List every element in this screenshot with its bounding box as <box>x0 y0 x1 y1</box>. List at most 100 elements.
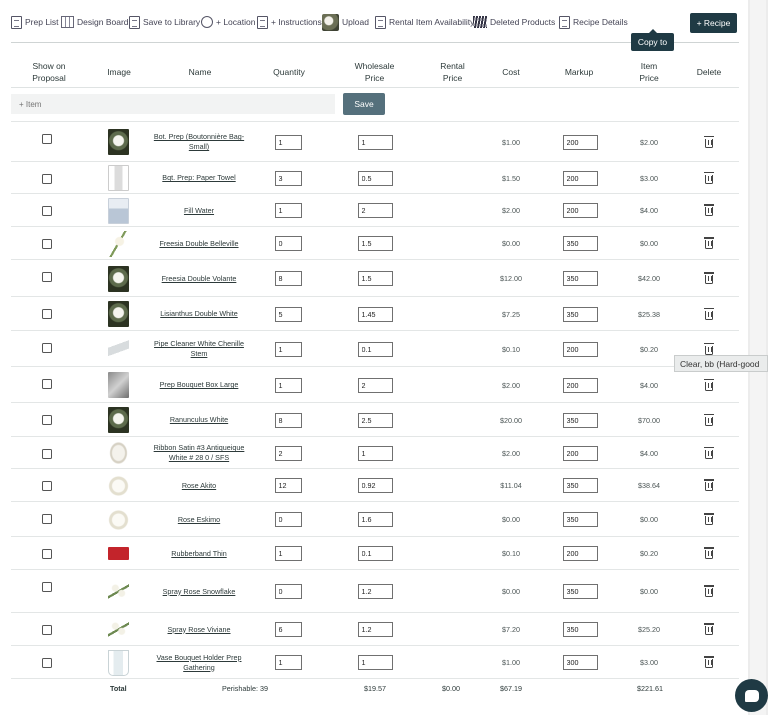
product-name-link[interactable]: Spray Rose Snowflake <box>149 570 249 613</box>
product-name-link[interactable]: Lisianthus Double White <box>149 297 249 331</box>
show-on-proposal-checkbox[interactable] <box>42 514 52 524</box>
quantity-input[interactable] <box>274 271 302 286</box>
wholesale-price-input[interactable] <box>357 445 393 461</box>
trash-icon[interactable] <box>704 547 714 559</box>
quantity-input[interactable] <box>274 306 302 322</box>
product-name-link[interactable]: Freesia Double Volante <box>149 260 249 297</box>
quantity-input[interactable] <box>274 377 302 393</box>
markup-input[interactable] <box>562 341 598 357</box>
trash-icon[interactable] <box>704 237 714 249</box>
wholesale-price-input[interactable] <box>357 512 393 527</box>
trash-icon[interactable] <box>704 378 714 391</box>
show-on-proposal-checkbox[interactable] <box>42 343 52 353</box>
show-on-proposal-checkbox[interactable] <box>42 449 52 459</box>
markup-input[interactable] <box>562 170 598 186</box>
chat-button[interactable] <box>735 679 768 712</box>
quantity-input[interactable] <box>274 622 302 637</box>
trash-icon[interactable] <box>704 135 714 148</box>
trash-icon[interactable] <box>704 204 714 216</box>
wholesale-price-input[interactable] <box>357 134 393 150</box>
trash-icon[interactable] <box>704 656 714 668</box>
prep-list-link[interactable]: Prep List <box>11 13 59 31</box>
show-on-proposal-checkbox[interactable] <box>42 272 52 282</box>
product-name-link[interactable]: Rose Akito <box>149 469 249 502</box>
show-on-proposal-checkbox[interactable] <box>42 379 52 389</box>
quantity-input[interactable] <box>274 236 302 251</box>
product-name-link[interactable]: Bot. Prep (Boutonnière Bag-Small) <box>149 122 249 162</box>
show-on-proposal-checkbox[interactable] <box>42 174 52 184</box>
trash-icon[interactable] <box>704 623 714 635</box>
wholesale-price-input[interactable] <box>357 236 393 251</box>
markup-input[interactable] <box>562 271 598 286</box>
quantity-input[interactable] <box>274 478 302 493</box>
product-name-link[interactable]: Ranunculus White <box>149 403 249 437</box>
wholesale-price-input[interactable] <box>357 341 393 357</box>
markup-input[interactable] <box>562 445 598 461</box>
show-on-proposal-checkbox[interactable] <box>42 481 52 491</box>
show-on-proposal-checkbox[interactable] <box>42 582 52 592</box>
product-name-link[interactable]: Rubberband Thin <box>149 537 249 570</box>
show-on-proposal-checkbox[interactable] <box>42 134 52 144</box>
wholesale-price-input[interactable] <box>357 377 393 393</box>
product-name-link[interactable]: Ribbon Satin #3 Antiqueique White # 28 0… <box>149 437 249 469</box>
product-name-link[interactable]: Spray Rose Viviane <box>149 613 249 646</box>
markup-input[interactable] <box>562 655 598 670</box>
quantity-input[interactable] <box>274 170 302 186</box>
add-location-link[interactable]: + Location <box>201 13 255 31</box>
markup-input[interactable] <box>562 236 598 251</box>
quantity-input[interactable] <box>274 412 302 428</box>
trash-icon[interactable] <box>704 171 714 184</box>
wholesale-price-input[interactable] <box>357 584 393 599</box>
trash-icon[interactable] <box>704 307 714 320</box>
markup-input[interactable] <box>562 377 598 393</box>
markup-input[interactable] <box>562 584 598 599</box>
add-item-input[interactable] <box>11 94 335 114</box>
markup-input[interactable] <box>562 478 598 493</box>
trash-icon[interactable] <box>704 585 714 597</box>
wholesale-price-input[interactable] <box>357 655 393 670</box>
trash-icon[interactable] <box>704 446 714 459</box>
show-on-proposal-checkbox[interactable] <box>42 658 52 668</box>
quantity-input[interactable] <box>274 445 302 461</box>
show-on-proposal-checkbox[interactable] <box>42 309 52 319</box>
save-to-library-link[interactable]: Save to Library <box>129 13 200 31</box>
markup-input[interactable] <box>562 306 598 322</box>
quantity-input[interactable] <box>274 203 302 218</box>
rental-availability-link[interactable]: Rental Item Availability <box>375 13 474 31</box>
product-name-link[interactable]: Pipe Cleaner White Chenille Stem <box>149 331 249 367</box>
recipe-details-link[interactable]: Recipe Details <box>559 13 628 31</box>
show-on-proposal-checkbox[interactable] <box>42 549 52 559</box>
quantity-input[interactable] <box>274 512 302 527</box>
quantity-input[interactable] <box>274 341 302 357</box>
quantity-input[interactable] <box>274 134 302 150</box>
trash-icon[interactable] <box>704 342 714 355</box>
quantity-input[interactable] <box>274 584 302 599</box>
wholesale-price-input[interactable] <box>357 271 393 286</box>
product-name-link[interactable]: Fill Water <box>149 194 249 227</box>
wholesale-price-input[interactable] <box>357 170 393 186</box>
wholesale-price-input[interactable] <box>357 306 393 322</box>
product-name-link[interactable]: Prep Bouquet Box Large <box>149 367 249 403</box>
product-name-link[interactable]: Vase Bouquet Holder Prep Gathering <box>149 646 249 679</box>
markup-input[interactable] <box>562 546 598 561</box>
markup-input[interactable] <box>562 134 598 150</box>
add-recipe-button[interactable]: + Recipe <box>690 13 737 33</box>
trash-icon[interactable] <box>704 272 714 284</box>
wholesale-price-input[interactable] <box>357 478 393 493</box>
markup-input[interactable] <box>562 512 598 527</box>
product-name-link[interactable]: Bqt. Prep: Paper Towel <box>149 162 249 194</box>
markup-input[interactable] <box>562 622 598 637</box>
show-on-proposal-checkbox[interactable] <box>42 415 52 425</box>
show-on-proposal-checkbox[interactable] <box>42 239 52 249</box>
wholesale-price-input[interactable] <box>357 622 393 637</box>
add-instructions-link[interactable]: + Instructions <box>257 13 322 31</box>
save-button[interactable]: Save <box>343 93 385 115</box>
trash-icon[interactable] <box>704 479 714 491</box>
show-on-proposal-checkbox[interactable] <box>42 206 52 216</box>
wholesale-price-input[interactable] <box>357 203 393 218</box>
upload-link[interactable]: Upload <box>322 13 369 31</box>
product-name-link[interactable]: Freesia Double Belleville <box>149 227 249 260</box>
quantity-input[interactable] <box>274 655 302 670</box>
product-name-link[interactable]: Rose Eskimo <box>149 502 249 537</box>
markup-input[interactable] <box>562 203 598 218</box>
